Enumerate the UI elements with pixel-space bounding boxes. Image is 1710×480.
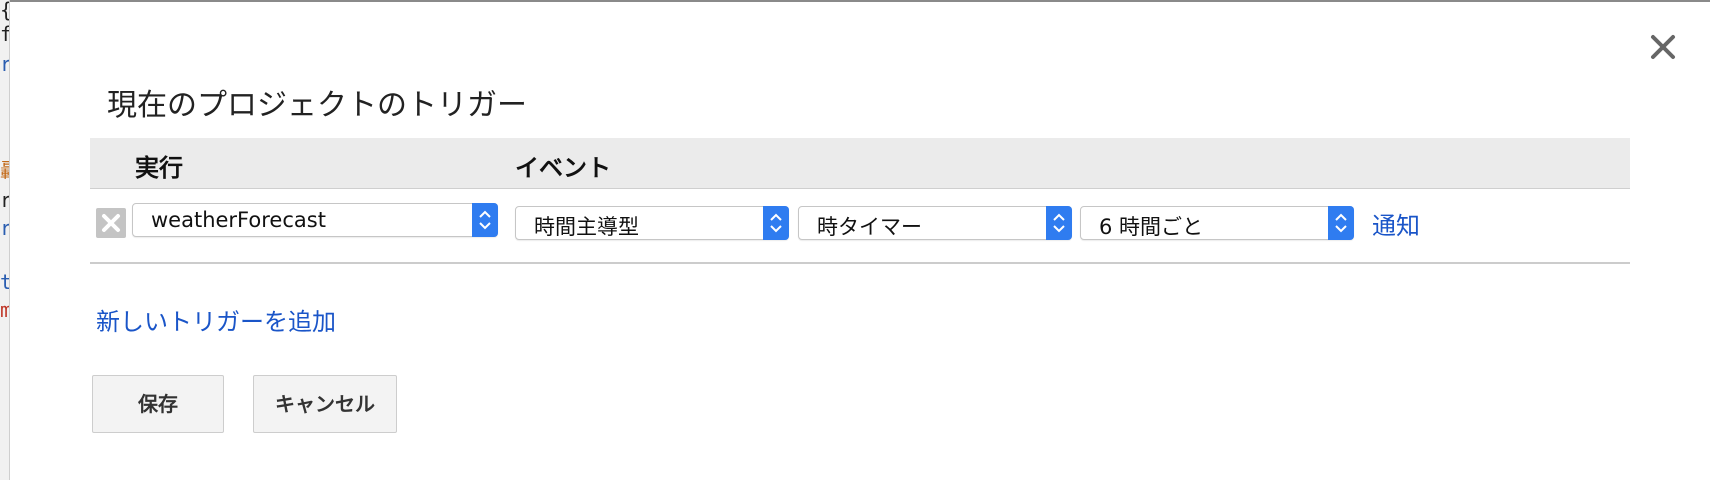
column-header-run: 実行 xyxy=(135,154,183,182)
background-editor-strip: { f r 轟 r r t m xyxy=(0,0,10,480)
background-code-char: t xyxy=(0,272,9,292)
notification-link[interactable]: 通知 xyxy=(1372,206,1420,241)
cancel-button[interactable]: キャンセル xyxy=(253,375,397,433)
select-arrows-icon xyxy=(1046,206,1072,240)
background-code-char: 轟 xyxy=(0,160,9,180)
column-header-event: イベント xyxy=(515,154,611,182)
event-source-select[interactable]: 時間主導型 xyxy=(515,206,789,240)
save-button[interactable]: 保存 xyxy=(92,375,224,433)
interval-select[interactable]: 6 時間ごと xyxy=(1080,206,1354,240)
add-trigger-link[interactable]: 新しいトリガーを追加 xyxy=(96,302,336,337)
background-code-char: { xyxy=(0,0,9,20)
dialog-title: 現在のプロジェクトのトリガー xyxy=(107,88,527,123)
background-code-char: r xyxy=(0,54,9,74)
delete-x-icon xyxy=(102,214,120,232)
interval-select-value: 6 時間ごと xyxy=(1099,215,1204,239)
select-arrows-icon xyxy=(472,203,498,237)
select-arrows-icon xyxy=(763,206,789,240)
background-code-char: f xyxy=(0,24,9,44)
background-code-char: m xyxy=(0,300,9,320)
background-code-char: r xyxy=(0,190,9,210)
select-arrows-icon xyxy=(1328,206,1354,240)
function-select[interactable]: weatherForecast xyxy=(132,203,498,237)
delete-trigger-button[interactable] xyxy=(96,208,126,238)
triggers-dialog: 現在のプロジェクトのトリガー 実行 イベント weatherForecast 時… xyxy=(10,0,1710,480)
event-source-select-value: 時間主導型 xyxy=(534,215,639,239)
function-select-value: weatherForecast xyxy=(151,208,326,232)
close-icon[interactable] xyxy=(1648,32,1678,62)
background-code-char: r xyxy=(0,218,9,238)
timer-type-select-value: 時タイマー xyxy=(817,215,922,239)
timer-type-select[interactable]: 時タイマー xyxy=(798,206,1072,240)
triggers-table-header: 実行 イベント xyxy=(90,138,1630,189)
row-divider xyxy=(90,262,1630,264)
